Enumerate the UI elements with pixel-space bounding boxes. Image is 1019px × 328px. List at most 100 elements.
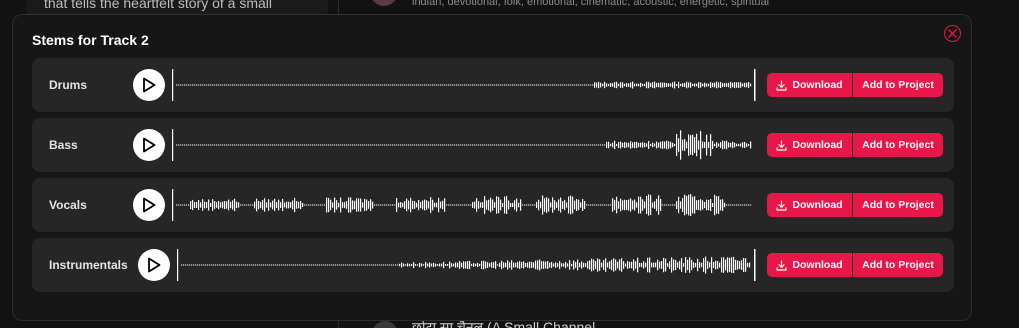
play-button[interactable] bbox=[133, 129, 165, 161]
play-icon bbox=[143, 197, 156, 213]
waveform-bar bbox=[304, 204, 306, 206]
waveform-bar bbox=[440, 201, 442, 209]
waveform-bar bbox=[334, 84, 336, 86]
waveform-bar bbox=[341, 264, 343, 266]
waveform-bar bbox=[410, 84, 412, 86]
waveform-bar bbox=[240, 204, 242, 206]
waveform-bar bbox=[282, 144, 284, 146]
waveform-bar bbox=[440, 144, 442, 146]
waveform-bar bbox=[455, 262, 457, 268]
waveform-bar bbox=[403, 263, 405, 267]
waveform-bar bbox=[493, 262, 495, 268]
waveform-bar bbox=[202, 199, 204, 211]
waveform-bar bbox=[628, 83, 630, 87]
close-button[interactable] bbox=[944, 25, 961, 42]
waveform-bar bbox=[324, 144, 326, 146]
waveform-bar bbox=[369, 264, 371, 266]
waveform-bar bbox=[311, 264, 313, 266]
waveform-bar bbox=[346, 144, 348, 146]
waveform-bar bbox=[330, 84, 332, 86]
waveform-bar bbox=[355, 264, 357, 266]
waveform-bar bbox=[741, 260, 743, 270]
waveform-bar bbox=[181, 264, 183, 266]
waveform-bar bbox=[478, 201, 480, 209]
waveform-bar bbox=[634, 199, 636, 211]
waveform-bar bbox=[579, 262, 581, 268]
waveform-bar bbox=[416, 144, 418, 146]
waveform-bar bbox=[362, 202, 364, 208]
waveform-bar bbox=[372, 84, 374, 86]
waveform-bar bbox=[348, 144, 350, 146]
stem-row-bass: Bass Download Add to Project bbox=[32, 118, 954, 172]
waveform-bar bbox=[428, 84, 430, 86]
play-button[interactable] bbox=[133, 69, 165, 101]
waveform-bar bbox=[331, 264, 333, 266]
waveform-bar bbox=[506, 144, 508, 146]
waveform-bar bbox=[518, 84, 520, 86]
waveform-bar bbox=[532, 144, 534, 146]
waveform-bar bbox=[734, 82, 736, 89]
waveform-bar bbox=[243, 264, 245, 266]
waveform-bar bbox=[483, 260, 485, 270]
waveform[interactable] bbox=[177, 247, 757, 283]
waveform-bar bbox=[674, 81, 676, 89]
play-button[interactable] bbox=[138, 249, 170, 281]
download-button[interactable]: Download bbox=[767, 193, 852, 217]
waveform-bar bbox=[234, 84, 236, 86]
waveform-bar bbox=[224, 84, 226, 86]
play-button[interactable] bbox=[133, 189, 165, 221]
download-button[interactable]: Download bbox=[767, 133, 852, 157]
add-to-project-button[interactable]: Add to Project bbox=[853, 133, 943, 157]
download-button[interactable]: Download bbox=[767, 253, 852, 277]
waveform-bar bbox=[330, 144, 332, 146]
waveform-bar bbox=[552, 144, 554, 146]
waveform-bar bbox=[691, 259, 693, 271]
waveform-bar bbox=[382, 204, 384, 206]
waveform-bar bbox=[692, 84, 694, 86]
waveform-bar bbox=[444, 144, 446, 146]
waveform-bar bbox=[234, 198, 236, 212]
waveform[interactable] bbox=[172, 127, 757, 163]
waveform-bar bbox=[270, 202, 272, 208]
waveform-bar bbox=[543, 261, 545, 269]
waveform-bar bbox=[290, 202, 292, 208]
waveform-bar bbox=[568, 144, 570, 146]
waveform-bar bbox=[742, 83, 744, 87]
waveform-bar bbox=[618, 83, 620, 87]
waveform-bar bbox=[566, 84, 568, 86]
waveform-bar bbox=[418, 200, 420, 211]
waveform-bar bbox=[684, 83, 686, 87]
waveform-bar bbox=[292, 144, 294, 146]
waveform-bar bbox=[476, 84, 478, 86]
waveform-bar bbox=[232, 200, 234, 210]
waveform-bar bbox=[260, 202, 262, 209]
waveform-bar bbox=[666, 83, 668, 87]
waveform-bar bbox=[740, 204, 742, 206]
download-button[interactable]: Download bbox=[767, 73, 852, 97]
waveform-bar bbox=[748, 144, 750, 146]
waveform-end-marker bbox=[754, 69, 756, 101]
waveform-bar bbox=[299, 264, 301, 266]
waveform-bar bbox=[746, 143, 748, 147]
waveform-bar bbox=[281, 264, 283, 266]
waveform-bar bbox=[445, 264, 447, 266]
waveform[interactable] bbox=[172, 67, 757, 103]
add-to-project-button[interactable]: Add to Project bbox=[853, 73, 943, 97]
waveform-bar bbox=[393, 264, 395, 266]
waveform-bar bbox=[717, 261, 719, 269]
waveform-bar bbox=[294, 84, 296, 86]
waveform-bar bbox=[544, 84, 546, 86]
waveform-bar bbox=[487, 262, 489, 268]
waveform-bar bbox=[536, 201, 538, 208]
waveform-bar bbox=[406, 144, 408, 146]
waveform[interactable] bbox=[172, 187, 757, 223]
waveform-bar bbox=[178, 204, 180, 206]
add-to-project-button[interactable]: Add to Project bbox=[853, 193, 943, 217]
waveform-bar bbox=[361, 264, 363, 266]
waveform-bar bbox=[642, 83, 644, 87]
waveform-bar bbox=[513, 262, 515, 268]
waveform-bar bbox=[739, 261, 741, 269]
add-to-project-button[interactable]: Add to Project bbox=[853, 253, 943, 277]
waveform-bar bbox=[725, 259, 727, 271]
waveform-bar bbox=[593, 259, 595, 271]
